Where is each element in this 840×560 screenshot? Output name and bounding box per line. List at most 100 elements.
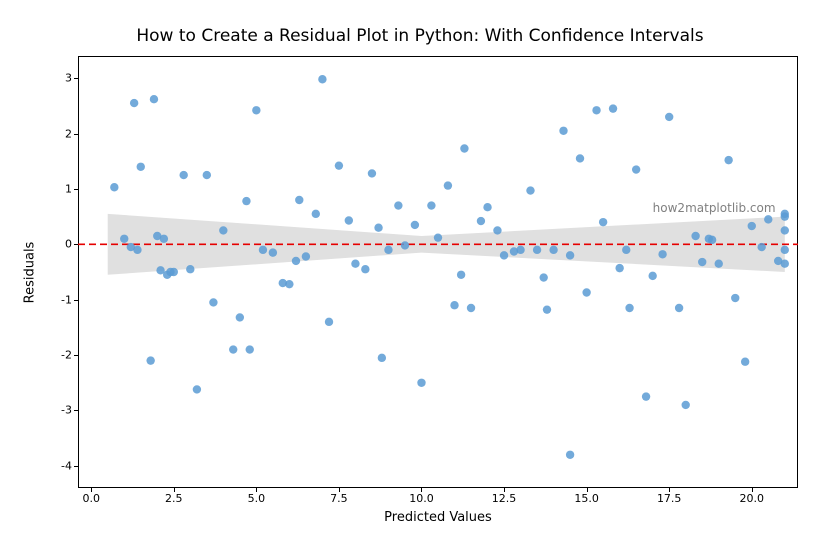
x-tick-mark [174,488,175,492]
data-point [625,304,633,312]
data-point [715,259,723,267]
x-tick-label: 20.0 [740,492,765,505]
data-point [345,216,353,224]
data-point [477,217,485,225]
x-tick-mark [339,488,340,492]
x-tick-mark [91,488,92,492]
data-point [203,171,211,179]
x-tick-label: 10.0 [409,492,434,505]
data-point [384,246,392,254]
data-point [764,215,772,223]
y-tick-mark [74,355,78,356]
data-point [698,258,706,266]
scatter-plot-svg [78,56,798,488]
data-point [526,186,534,194]
data-point [146,356,154,364]
data-point [368,169,376,177]
data-point [539,273,547,281]
y-tick-mark [74,300,78,301]
data-point [781,212,789,220]
y-tick-mark [74,466,78,467]
data-point [219,226,227,234]
data-point [549,246,557,254]
data-point [302,252,310,260]
data-point [252,106,260,114]
data-point [444,181,452,189]
y-tick-mark [74,410,78,411]
data-point [335,161,343,169]
data-point [242,197,250,205]
data-point [285,280,293,288]
data-point [665,113,673,121]
y-tick-mark [74,244,78,245]
data-point [120,235,128,243]
y-tick-label: 0 [32,238,72,251]
data-point [394,201,402,209]
x-tick-label: 7.5 [330,492,348,505]
data-point [401,241,409,249]
y-tick-mark [74,189,78,190]
y-tick-label: -3 [32,404,72,417]
data-point [724,156,732,164]
data-point [374,223,382,231]
data-point [483,203,491,211]
data-point [133,246,141,254]
data-point [417,379,425,387]
chart-title: How to Create a Residual Plot in Python:… [0,26,840,46]
data-point [110,183,118,191]
x-axis-label: Predicted Values [78,510,798,525]
data-point [411,221,419,229]
data-point [378,354,386,362]
data-point [246,345,254,353]
data-point [566,251,574,259]
data-point [592,106,600,114]
data-point [748,222,756,230]
data-point [781,226,789,234]
data-point [675,304,683,312]
data-point [460,144,468,152]
data-point [150,95,158,103]
data-point [179,171,187,179]
y-tick-label: -1 [32,293,72,306]
x-tick-label: 12.5 [492,492,517,505]
y-tick-label: -4 [32,459,72,472]
data-point [582,288,590,296]
y-tick-label: 3 [32,72,72,85]
data-point [325,318,333,326]
data-point [691,232,699,240]
data-point [500,251,508,259]
data-point [467,304,475,312]
data-point [781,246,789,254]
figure: How to Create a Residual Plot in Python:… [0,0,840,560]
x-tick-mark [752,488,753,492]
data-point [632,165,640,173]
data-point [361,265,369,273]
data-point [292,257,300,265]
data-point [615,264,623,272]
data-point [450,301,458,309]
data-point [741,358,749,366]
data-point [236,313,244,321]
data-point [648,272,656,280]
data-point [186,265,194,273]
x-tick-mark [421,488,422,492]
x-tick-label: 17.5 [657,492,682,505]
data-point [209,298,217,306]
data-point [642,392,650,400]
data-point [318,75,326,83]
data-point [493,226,501,234]
data-point [566,451,574,459]
data-point [170,268,178,276]
data-point [295,196,303,204]
data-point [682,401,690,409]
data-point [130,99,138,107]
data-point [160,235,168,243]
data-point [576,154,584,162]
data-point [229,345,237,353]
x-tick-label: 15.0 [574,492,599,505]
data-point [269,248,277,256]
x-tick-mark [504,488,505,492]
data-point [731,294,739,302]
x-tick-label: 0.0 [82,492,100,505]
data-point [434,233,442,241]
